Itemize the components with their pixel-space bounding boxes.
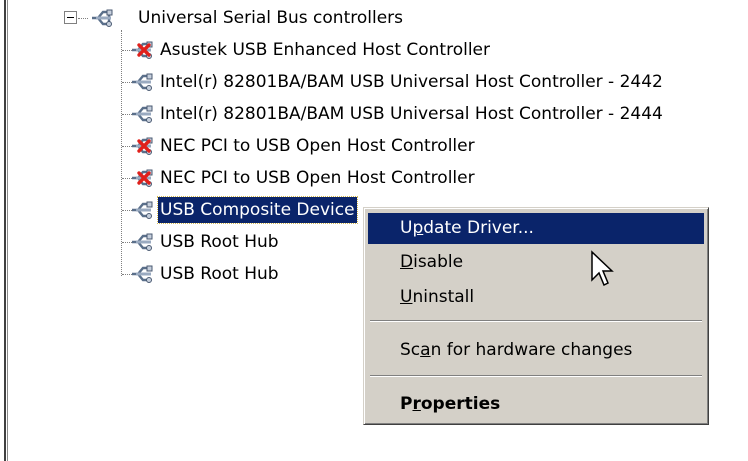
- tree-item-label: USB Composite Device: [157, 196, 358, 224]
- usb-disabled-icon: [132, 169, 153, 187]
- menu-item-text: ninstall: [412, 287, 475, 307]
- tree-item-label: NEC PCI to USB Open Host Controller: [160, 136, 475, 156]
- usb-disabled-icon: [132, 41, 153, 59]
- menu-item-text: n for hardware changes: [430, 340, 633, 360]
- menu-separator: [370, 375, 702, 377]
- context-menu-item[interactable]: Update Driver...: [368, 213, 704, 244]
- usb-icon: [132, 105, 153, 123]
- tree-connector: [78, 18, 88, 19]
- menu-item-text: U: [400, 218, 413, 238]
- usb-icon: [132, 233, 153, 251]
- menu-item-text: operties: [420, 394, 501, 414]
- menu-item-accelerator: a: [420, 340, 431, 360]
- tree-connector: [121, 30, 122, 276]
- tree-item-label: Intel(r) 82801BA/BAM USB Universal Host …: [160, 104, 663, 124]
- context-menu-item[interactable]: Disable: [368, 247, 704, 278]
- usb-icon: [92, 9, 113, 27]
- tree-item-label: USB Root Hub: [160, 232, 279, 252]
- context-menu-item[interactable]: Properties: [368, 389, 704, 420]
- menu-separator: [370, 320, 702, 322]
- menu-item-accelerator: r: [412, 394, 421, 414]
- menu-item-accelerator: U: [400, 287, 413, 307]
- tree-item-label: USB Root Hub: [160, 264, 279, 284]
- context-menu-item[interactable]: Scan for hardware changes: [368, 335, 704, 366]
- usb-icon: [132, 201, 153, 219]
- usb-disabled-icon: [132, 137, 153, 155]
- tree-item-label: NEC PCI to USB Open Host Controller: [160, 168, 475, 188]
- usb-icon: [132, 73, 153, 91]
- tree-node-label: Universal Serial Bus controllers: [138, 8, 404, 28]
- tree-item-label: Intel(r) 82801BA/BAM USB Universal Host …: [160, 72, 663, 92]
- tree-item-label: Asustek USB Enhanced Host Controller: [160, 40, 491, 60]
- menu-item-accelerator: D: [400, 252, 414, 272]
- context-menu-item[interactable]: Uninstall: [368, 282, 704, 313]
- menu-item-text: date Driver...: [423, 218, 534, 238]
- context-menu: Update Driver... Disable Uninstall Scan for…: [363, 207, 709, 425]
- menu-item-text: Sc: [400, 340, 421, 360]
- menu-item-text: isable: [413, 252, 464, 272]
- menu-item-text: P: [400, 394, 413, 414]
- menu-item-accelerator: p: [412, 218, 424, 238]
- mouse-pointer-icon: [591, 250, 614, 287]
- collapse-toggle[interactable]: [64, 11, 77, 24]
- usb-icon: [132, 265, 153, 283]
